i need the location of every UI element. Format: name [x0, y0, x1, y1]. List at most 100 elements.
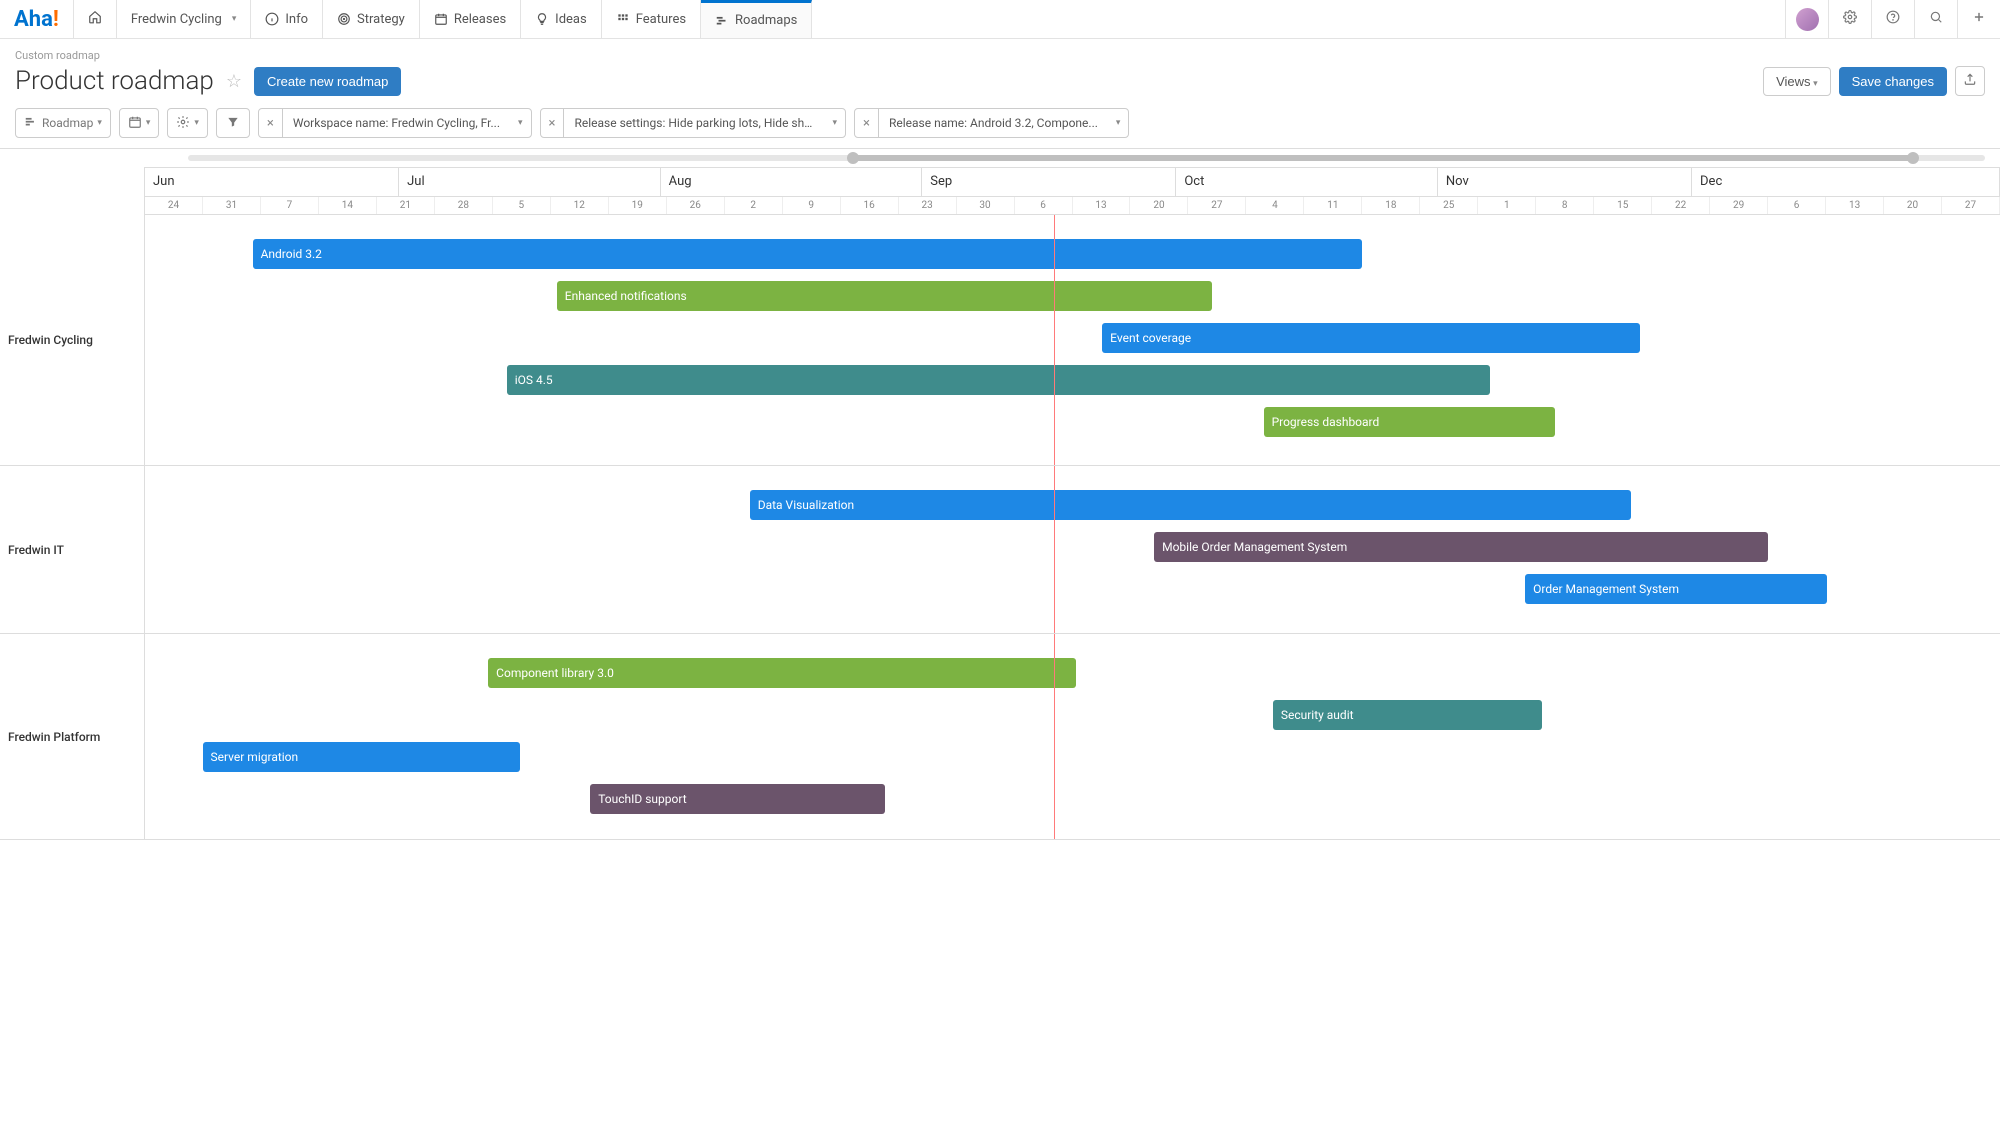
filter-toggle[interactable] [216, 108, 250, 138]
filter-pill-2[interactable]: ×Release name: Android 3.2, Compone...▾ [854, 108, 1129, 138]
user-avatar[interactable] [1785, 0, 1828, 38]
nav-label: Info [285, 12, 308, 27]
filter-bar: Roadmap ×Workspace name: Fredwin Cycling… [0, 108, 2000, 148]
nav-info[interactable]: Info [251, 0, 323, 38]
zoom-range [853, 155, 1913, 161]
nav-roadmaps[interactable]: Roadmaps [701, 0, 812, 38]
roadmap-canvas: JunJulAugSepOctNovDec 243171421285121926… [0, 148, 2000, 840]
group-row: Fredwin IT Data Visualization Mobile Order… [0, 466, 2000, 634]
roadmap-bar[interactable]: TouchID support [590, 784, 885, 814]
roadmap-bar[interactable]: Enhanced notifications [557, 281, 1212, 311]
day-header: 27 [1942, 197, 2000, 214]
day-header: 24 [145, 197, 203, 214]
remove-filter-icon[interactable]: × [259, 109, 283, 137]
nav-label: Releases [454, 12, 506, 27]
group-label: Fredwin IT [0, 466, 145, 633]
day-header: 1 [1478, 197, 1536, 214]
share-button[interactable] [1955, 66, 1985, 96]
target-icon [337, 12, 351, 26]
day-header: 8 [1536, 197, 1594, 214]
roadmap-bar[interactable]: Order Management System [1525, 574, 1827, 604]
bulb-icon [535, 12, 549, 26]
roadmap-bar[interactable]: Data Visualization [750, 490, 1631, 520]
month-header: Sep [922, 168, 1176, 196]
day-header: 13 [1073, 197, 1131, 214]
breadcrumb: Custom roadmap [15, 49, 1985, 62]
month-header: Dec [1692, 168, 2000, 196]
day-header: 2 [725, 197, 783, 214]
create-roadmap-button[interactable]: Create new roadmap [254, 67, 401, 96]
search-button[interactable] [1914, 0, 1957, 38]
day-header: 14 [319, 197, 377, 214]
nav-label: Ideas [555, 12, 587, 27]
roadmap-bar[interactable]: Android 3.2 [253, 239, 1362, 269]
group-row: Fredwin Platform Component library 3.0 Sec… [0, 634, 2000, 840]
day-header: 20 [1130, 197, 1188, 214]
logo[interactable]: Aha! [0, 0, 74, 38]
roadmap-bar[interactable]: iOS 4.5 [507, 365, 1490, 395]
date-range-selector[interactable] [119, 108, 160, 138]
roadmap-bar[interactable]: Progress dashboard [1264, 407, 1555, 437]
filter-text: Release name: Android 3.2, Compone... [879, 116, 1108, 130]
roadmap-bar[interactable]: Security audit [1273, 700, 1542, 730]
day-header: 29 [1710, 197, 1768, 214]
zoom-slider[interactable] [188, 155, 1985, 161]
views-button[interactable]: Views [1763, 67, 1830, 96]
workspace-selector[interactable]: Fredwin Cycling [117, 0, 252, 38]
group-label: Fredwin Platform [0, 634, 145, 839]
day-header: 19 [609, 197, 667, 214]
group-chart: Android 3.2 Enhanced notifications Event c… [145, 215, 2000, 465]
filter-pill-0[interactable]: ×Workspace name: Fredwin Cycling, Fr...▾ [258, 108, 532, 138]
remove-filter-icon[interactable]: × [541, 109, 565, 137]
day-header: 25 [1420, 197, 1478, 214]
roadmap-bar[interactable]: Event coverage [1102, 323, 1640, 353]
day-header: 22 [1652, 197, 1710, 214]
share-icon [1963, 72, 1977, 90]
roadmap-bar[interactable]: Component library 3.0 [488, 658, 1076, 688]
zoom-handle-left[interactable] [847, 152, 859, 164]
day-header: 5 [493, 197, 551, 214]
filter-icon [226, 115, 240, 132]
day-header: 6 [1768, 197, 1826, 214]
filter-pill-1[interactable]: ×Release settings: Hide parking lots, Hi… [540, 108, 846, 138]
star-icon: ☆ [226, 71, 242, 92]
roadmap-type-selector[interactable]: Roadmap [15, 108, 111, 138]
day-header: 30 [957, 197, 1015, 214]
gantt-icon [24, 115, 38, 132]
day-header: 31 [203, 197, 261, 214]
favorite-button[interactable]: ☆ [226, 71, 242, 92]
roadmap-bar[interactable]: Server migration [203, 742, 520, 772]
help-button[interactable] [1871, 0, 1914, 38]
calendar-icon [434, 12, 448, 26]
day-header: 20 [1884, 197, 1942, 214]
nav-features[interactable]: Features [602, 0, 701, 38]
settings-button[interactable] [1828, 0, 1871, 38]
gantt-icon [715, 14, 729, 28]
nav-right [1785, 0, 2000, 38]
home-nav[interactable] [74, 0, 117, 38]
day-header: 26 [667, 197, 725, 214]
nav-ideas[interactable]: Ideas [521, 0, 602, 38]
filter-text: Release settings: Hide parking lots, Hid… [564, 116, 824, 130]
group-chart: Data Visualization Mobile Order Managemen… [145, 466, 2000, 633]
home-icon [88, 10, 102, 28]
remove-filter-icon[interactable]: × [855, 109, 879, 137]
day-header: 4 [1246, 197, 1304, 214]
avatar-icon [1796, 8, 1819, 31]
info-icon [265, 12, 279, 26]
settings-selector[interactable] [167, 108, 208, 138]
gear-icon [1843, 10, 1857, 28]
save-changes-button[interactable]: Save changes [1839, 67, 1947, 96]
add-button[interactable] [1957, 0, 2000, 38]
nav-strategy[interactable]: Strategy [323, 0, 420, 38]
roadmap-bar[interactable]: Mobile Order Management System [1154, 532, 1768, 562]
day-header: 13 [1826, 197, 1884, 214]
nav-releases[interactable]: Releases [420, 0, 521, 38]
page-title: Product roadmap [15, 66, 214, 96]
day-header: 23 [899, 197, 957, 214]
filter-text: Workspace name: Fredwin Cycling, Fr... [283, 116, 510, 130]
chevron-down-icon: ▾ [824, 118, 845, 128]
grid-icon [616, 12, 630, 26]
day-header: 12 [551, 197, 609, 214]
zoom-handle-right[interactable] [1907, 152, 1919, 164]
